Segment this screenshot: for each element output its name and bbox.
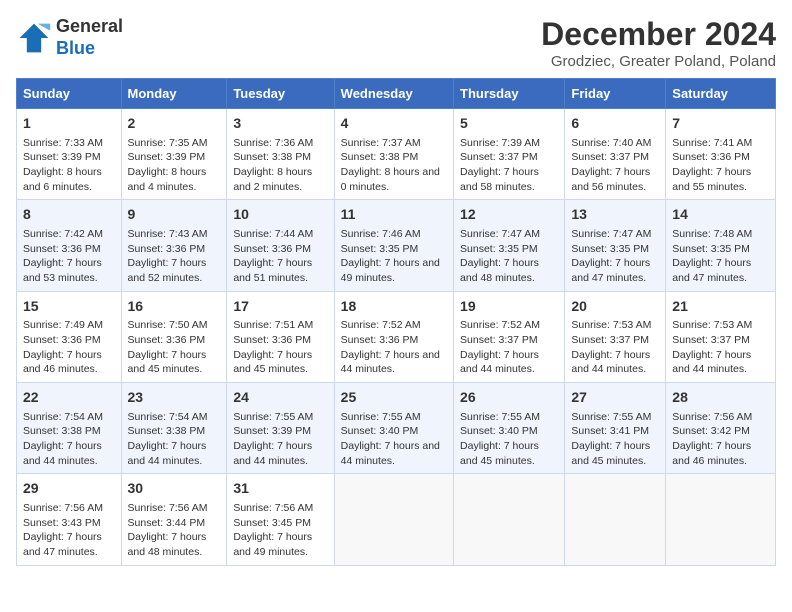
header-sunday: Sunday (17, 79, 122, 109)
cell-week4-day0: 22Sunrise: 7:54 AMSunset: 3:38 PMDayligh… (17, 383, 122, 474)
cell-week1-day5: 6Sunrise: 7:40 AMSunset: 3:37 PMDaylight… (565, 109, 666, 200)
calendar-table: Sunday Monday Tuesday Wednesday Thursday… (16, 78, 776, 566)
cell-week2-day2: 10Sunrise: 7:44 AMSunset: 3:36 PMDayligh… (227, 200, 334, 291)
cell-week5-day0: 29Sunrise: 7:56 AMSunset: 3:43 PMDayligh… (17, 474, 122, 565)
cell-week4-day6: 28Sunrise: 7:56 AMSunset: 3:42 PMDayligh… (666, 383, 776, 474)
cell-week4-day1: 23Sunrise: 7:54 AMSunset: 3:38 PMDayligh… (121, 383, 227, 474)
header: General Blue December 2024 Grodziec, Gre… (16, 16, 776, 70)
logo-text-blue: Blue (56, 38, 123, 60)
cell-week3-day4: 19Sunrise: 7:52 AMSunset: 3:37 PMDayligh… (454, 291, 565, 382)
cell-week5-day6 (666, 474, 776, 565)
cell-week2-day0: 8Sunrise: 7:42 AMSunset: 3:36 PMDaylight… (17, 200, 122, 291)
header-monday: Monday (121, 79, 227, 109)
cell-week5-day4 (454, 474, 565, 565)
cell-week4-day4: 26Sunrise: 7:55 AMSunset: 3:40 PMDayligh… (454, 383, 565, 474)
cell-week2-day3: 11Sunrise: 7:46 AMSunset: 3:35 PMDayligh… (334, 200, 453, 291)
cell-week1-day2: 3Sunrise: 7:36 AMSunset: 3:38 PMDaylight… (227, 109, 334, 200)
cell-week3-day5: 20Sunrise: 7:53 AMSunset: 3:37 PMDayligh… (565, 291, 666, 382)
cell-week4-day2: 24Sunrise: 7:55 AMSunset: 3:39 PMDayligh… (227, 383, 334, 474)
week-row-1: 1Sunrise: 7:33 AMSunset: 3:39 PMDaylight… (17, 109, 776, 200)
cell-week5-day5 (565, 474, 666, 565)
cell-week2-day1: 9Sunrise: 7:43 AMSunset: 3:36 PMDaylight… (121, 200, 227, 291)
cell-week3-day2: 17Sunrise: 7:51 AMSunset: 3:36 PMDayligh… (227, 291, 334, 382)
logo: General Blue (16, 16, 123, 59)
cell-week1-day3: 4Sunrise: 7:37 AMSunset: 3:38 PMDaylight… (334, 109, 453, 200)
cell-week4-day5: 27Sunrise: 7:55 AMSunset: 3:41 PMDayligh… (565, 383, 666, 474)
header-thursday: Thursday (454, 79, 565, 109)
header-saturday: Saturday (666, 79, 776, 109)
header-row: Sunday Monday Tuesday Wednesday Thursday… (17, 79, 776, 109)
cell-week5-day3 (334, 474, 453, 565)
header-wednesday: Wednesday (334, 79, 453, 109)
subtitle: Grodziec, Greater Poland, Poland (541, 53, 776, 70)
cell-week1-day1: 2Sunrise: 7:35 AMSunset: 3:39 PMDaylight… (121, 109, 227, 200)
cell-week1-day0: 1Sunrise: 7:33 AMSunset: 3:39 PMDaylight… (17, 109, 122, 200)
week-row-5: 29Sunrise: 7:56 AMSunset: 3:43 PMDayligh… (17, 474, 776, 565)
cell-week4-day3: 25Sunrise: 7:55 AMSunset: 3:40 PMDayligh… (334, 383, 453, 474)
cell-week3-day1: 16Sunrise: 7:50 AMSunset: 3:36 PMDayligh… (121, 291, 227, 382)
cell-week3-day6: 21Sunrise: 7:53 AMSunset: 3:37 PMDayligh… (666, 291, 776, 382)
week-row-2: 8Sunrise: 7:42 AMSunset: 3:36 PMDaylight… (17, 200, 776, 291)
header-friday: Friday (565, 79, 666, 109)
cell-week1-day4: 5Sunrise: 7:39 AMSunset: 3:37 PMDaylight… (454, 109, 565, 200)
cell-week5-day1: 30Sunrise: 7:56 AMSunset: 3:44 PMDayligh… (121, 474, 227, 565)
cell-week1-day6: 7Sunrise: 7:41 AMSunset: 3:36 PMDaylight… (666, 109, 776, 200)
cell-week2-day6: 14Sunrise: 7:48 AMSunset: 3:35 PMDayligh… (666, 200, 776, 291)
cell-week2-day4: 12Sunrise: 7:47 AMSunset: 3:35 PMDayligh… (454, 200, 565, 291)
main-title: December 2024 (541, 16, 776, 53)
title-area: December 2024 Grodziec, Greater Poland, … (541, 16, 776, 70)
cell-week3-day0: 15Sunrise: 7:49 AMSunset: 3:36 PMDayligh… (17, 291, 122, 382)
cell-week5-day2: 31Sunrise: 7:56 AMSunset: 3:45 PMDayligh… (227, 474, 334, 565)
week-row-3: 15Sunrise: 7:49 AMSunset: 3:36 PMDayligh… (17, 291, 776, 382)
logo-icon (16, 20, 52, 56)
cell-week3-day3: 18Sunrise: 7:52 AMSunset: 3:36 PMDayligh… (334, 291, 453, 382)
logo-text-general: General (56, 16, 123, 38)
cell-week2-day5: 13Sunrise: 7:47 AMSunset: 3:35 PMDayligh… (565, 200, 666, 291)
week-row-4: 22Sunrise: 7:54 AMSunset: 3:38 PMDayligh… (17, 383, 776, 474)
header-tuesday: Tuesday (227, 79, 334, 109)
